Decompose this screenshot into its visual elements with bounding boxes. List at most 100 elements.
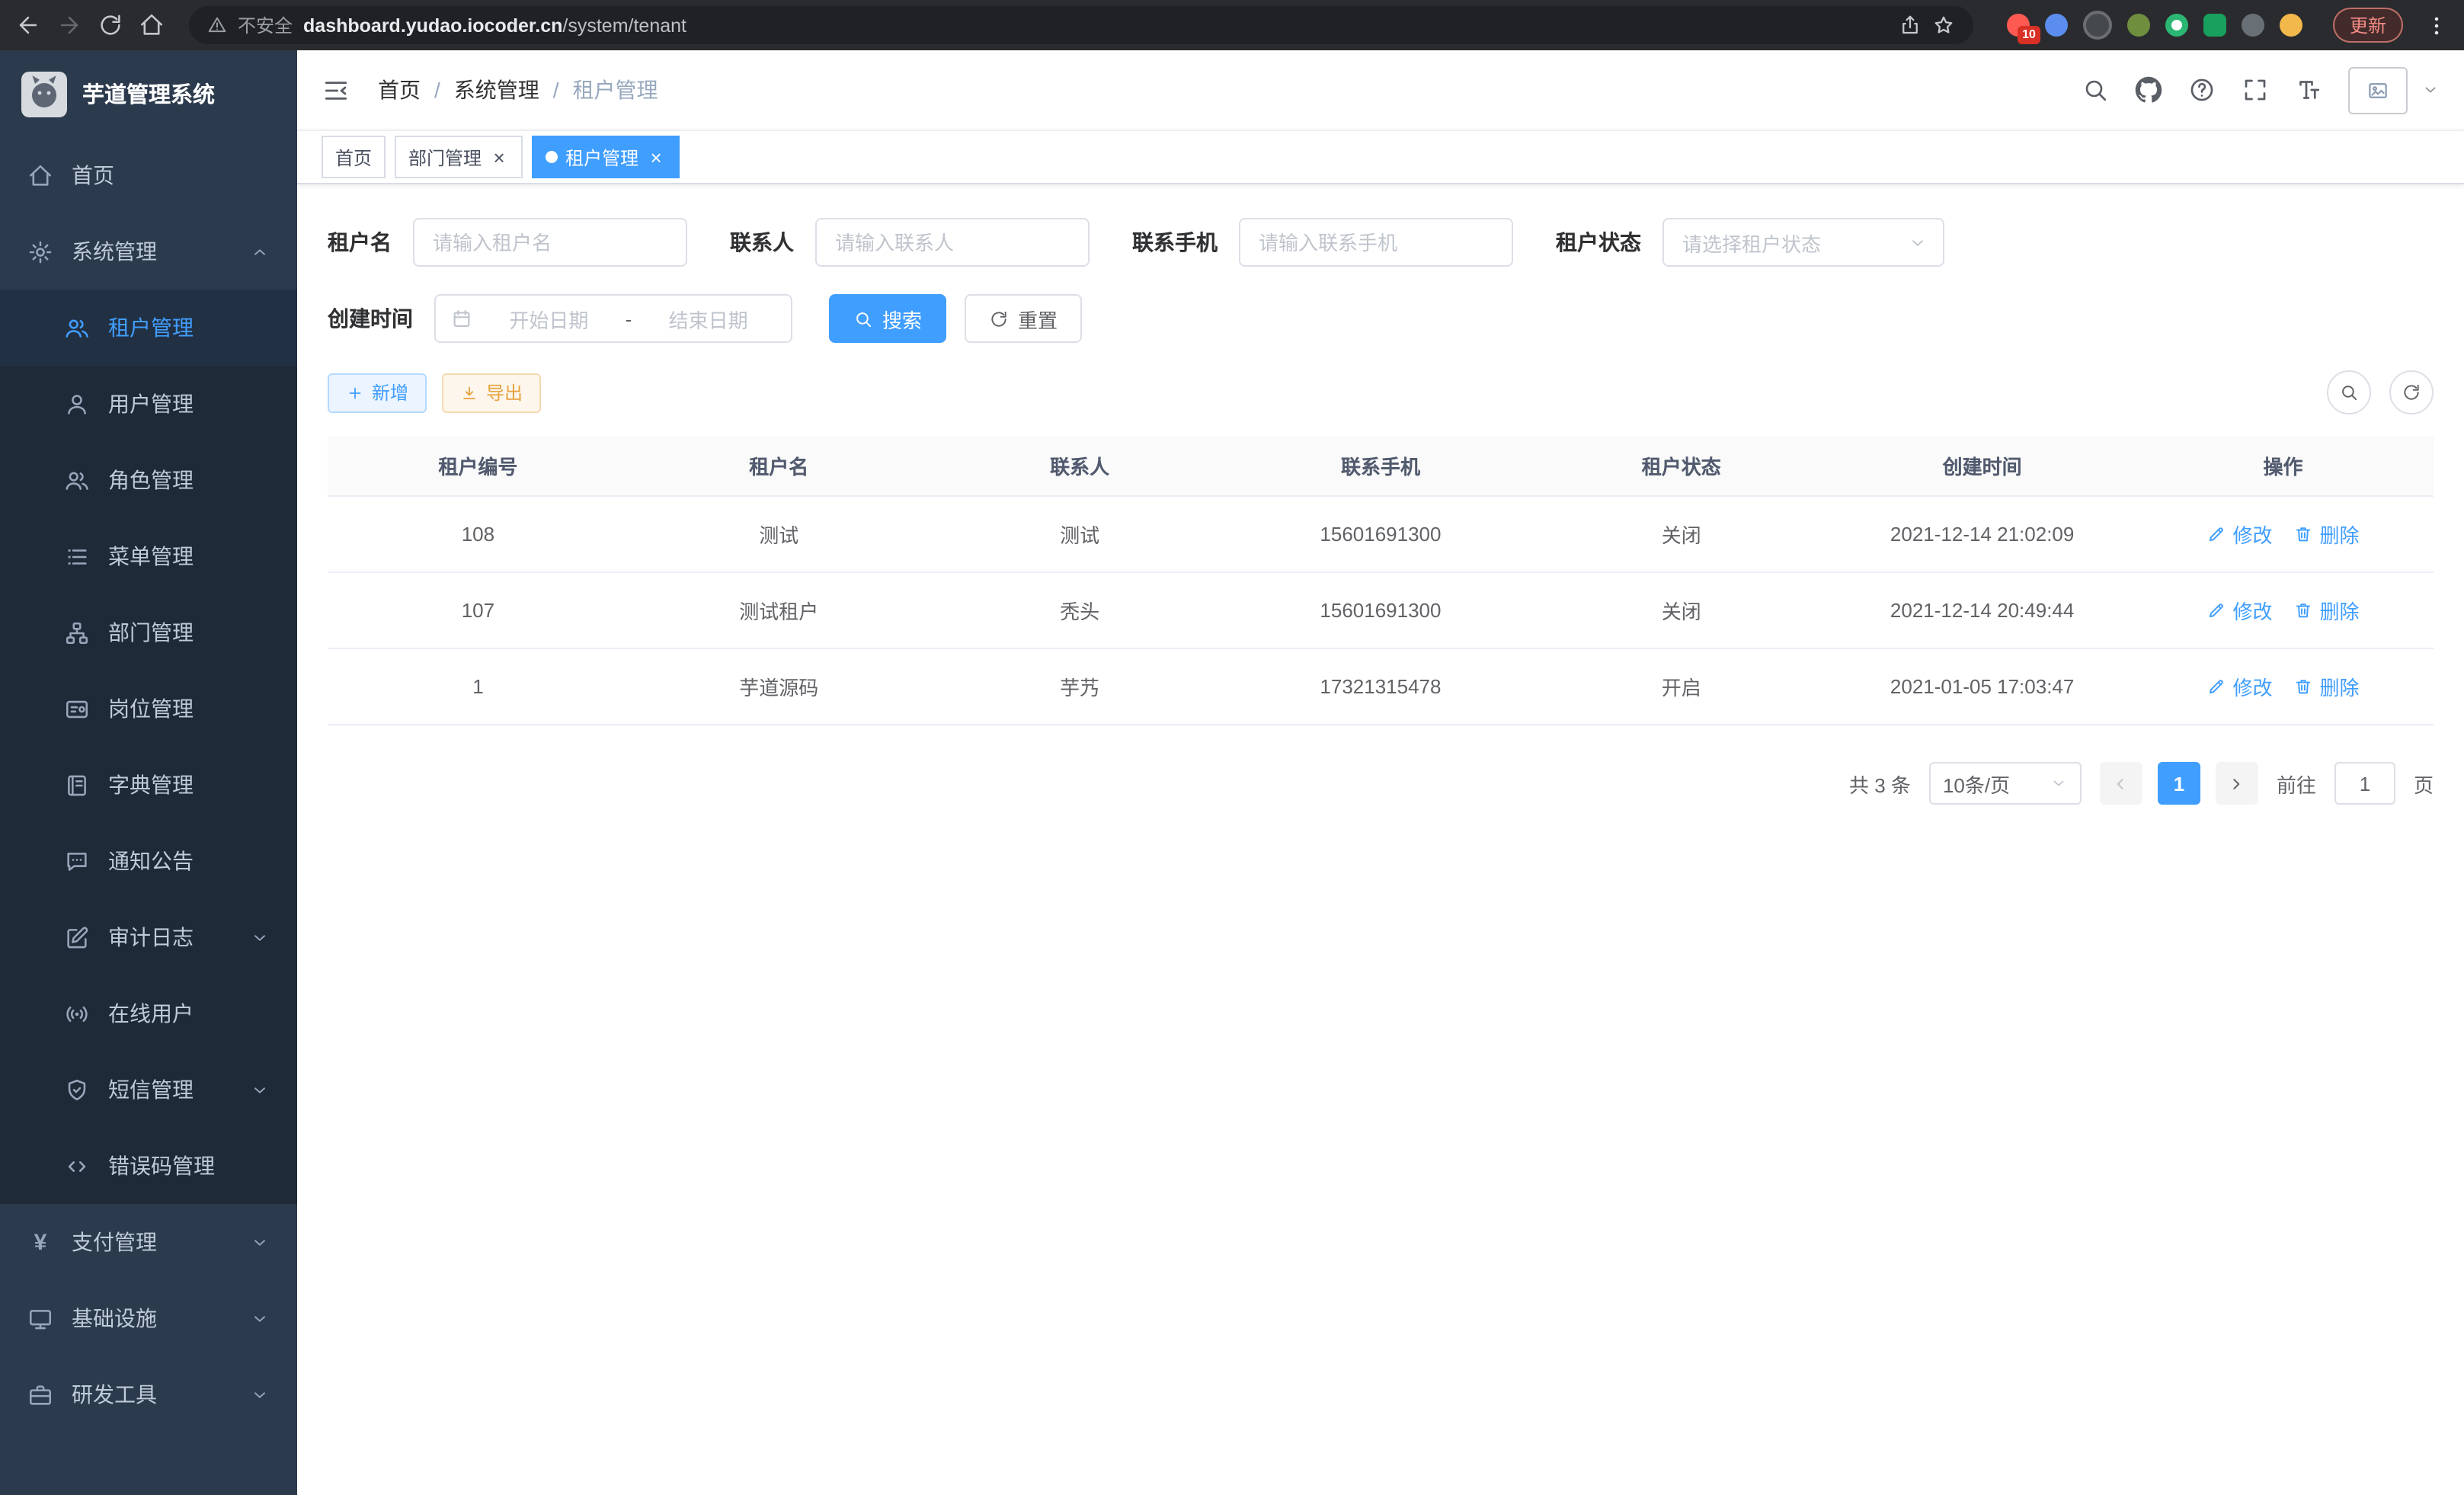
goto-page-input[interactable] — [2334, 762, 2395, 805]
field-label: 联系手机 — [1132, 227, 1218, 258]
tab-label: 租户管理 — [565, 144, 638, 170]
sidebar-item-online-user[interactable]: 在线用户 — [0, 975, 297, 1052]
tenant-users-icon — [64, 315, 90, 341]
delete-link[interactable]: 删除 — [2294, 596, 2360, 625]
toggle-search-button[interactable] — [2327, 370, 2371, 415]
export-button[interactable]: 导出 — [442, 373, 541, 412]
sidebar-item-audit-log[interactable]: 审计日志 — [0, 899, 297, 975]
sidebar-item-notice[interactable]: 通知公告 — [0, 823, 297, 899]
github-icon[interactable] — [2135, 76, 2162, 104]
contact-input[interactable] — [815, 218, 1090, 267]
page-size-select[interactable]: 10条/页 — [1929, 762, 2082, 805]
edit-label: 修改 — [2233, 596, 2273, 625]
sidebar-item-role[interactable]: 角色管理 — [0, 442, 297, 518]
share-icon[interactable] — [1899, 14, 1922, 37]
avatar[interactable] — [2348, 66, 2408, 114]
sidebar-item-menu[interactable]: 菜单管理 — [0, 518, 297, 594]
sidebar-item-dict[interactable]: 字典管理 — [0, 747, 297, 823]
add-button[interactable]: 新增 — [328, 373, 427, 412]
close-icon[interactable]: × — [646, 147, 666, 167]
search-icon — [2339, 383, 2359, 402]
fullscreen-icon[interactable] — [2242, 76, 2269, 104]
edit-link[interactable]: 修改 — [2207, 520, 2273, 549]
cell-name: 测试 — [629, 496, 930, 572]
add-button-label: 新增 — [372, 379, 408, 405]
sidebar-item-devtools[interactable]: 研发工具 — [0, 1356, 297, 1433]
col-tenant-name: 租户名 — [629, 436, 930, 496]
close-icon[interactable]: × — [489, 147, 509, 167]
extension-icon[interactable] — [2083, 11, 2112, 40]
delete-link[interactable]: 删除 — [2294, 672, 2360, 701]
security-label[interactable]: 不安全 — [238, 12, 293, 38]
edit-link[interactable]: 修改 — [2207, 672, 2273, 701]
browser-home-icon[interactable] — [139, 12, 165, 38]
edit-link[interactable]: 修改 — [2207, 596, 2273, 625]
chevron-down-icon — [250, 1308, 270, 1328]
breadcrumb-separator: / — [434, 78, 440, 102]
plus-icon — [346, 383, 364, 402]
puzzle-extension-icon[interactable] — [2242, 14, 2264, 37]
sidebar-item-label: 首页 — [72, 160, 114, 190]
reset-button[interactable]: 重置 — [965, 294, 1082, 343]
sidebar-item-sms[interactable]: 短信管理 — [0, 1052, 297, 1128]
dict-book-icon — [64, 772, 90, 798]
create-time-range-picker[interactable]: 开始日期 - 结束日期 — [434, 294, 792, 343]
contact-phone-input[interactable] — [1239, 218, 1513, 267]
app-logo[interactable]: 芋道管理系统 — [0, 50, 297, 137]
extension-icon[interactable]: 10 — [2007, 14, 2030, 37]
tenant-name-input[interactable] — [413, 218, 687, 267]
prev-page-button[interactable] — [2100, 762, 2142, 805]
browser-toolbar: 不安全 dashboard.yudao.iocoder.cn/system/te… — [0, 0, 2464, 50]
cell-created: 2021-12-14 21:02:09 — [1832, 496, 2133, 572]
filter-row-2: 创建时间 开始日期 - 结束日期 搜索 重置 — [328, 294, 2434, 343]
search-button[interactable]: 搜索 — [829, 294, 946, 343]
delete-link[interactable]: 删除 — [2294, 520, 2360, 549]
help-icon[interactable] — [2188, 76, 2216, 104]
breadcrumb-system[interactable]: 系统管理 — [454, 75, 539, 105]
collapse-sidebar-icon[interactable] — [322, 75, 350, 104]
url-text[interactable]: dashboard.yudao.iocoder.cn/system/tenant — [303, 14, 1888, 36]
browser-forward-icon[interactable] — [56, 12, 82, 38]
tab-tenant[interactable]: 租户管理 × — [532, 136, 680, 178]
col-created: 创建时间 — [1832, 436, 2133, 496]
current-page-button[interactable]: 1 — [2158, 762, 2200, 805]
navbar-actions — [2082, 66, 2440, 114]
sidebar-item-post[interactable]: 岗位管理 — [0, 671, 297, 747]
profile-avatar-icon[interactable] — [2280, 14, 2302, 37]
browser-menu-icon[interactable] — [2424, 13, 2449, 37]
sidebar-item-infra[interactable]: 基础设施 — [0, 1280, 297, 1356]
screen: 不安全 dashboard.yudao.iocoder.cn/system/te… — [0, 0, 2464, 1495]
tab-dept[interactable]: 部门管理 × — [395, 136, 523, 178]
cell-id: 108 — [328, 496, 629, 572]
font-size-icon[interactable] — [2295, 76, 2322, 104]
breadcrumb-home[interactable]: 首页 — [378, 75, 421, 105]
refresh-table-button[interactable] — [2389, 370, 2434, 415]
bookmark-star-icon[interactable] — [1932, 14, 1955, 37]
extension-icon[interactable] — [2045, 14, 2068, 37]
sidebar-item-pay[interactable]: ¥ 支付管理 — [0, 1204, 297, 1280]
sidebar-item-dept[interactable]: 部门管理 — [0, 594, 297, 671]
not-secure-warning-icon[interactable] — [207, 15, 227, 35]
tenant-status-select[interactable]: 请选择租户状态 — [1662, 218, 1944, 267]
avatar-caret-down-icon[interactable] — [2421, 81, 2440, 99]
extension-icon[interactable] — [2165, 14, 2188, 37]
tags-view-bar: 首页 部门管理 × 租户管理 × — [297, 130, 2464, 184]
sidebar-item-home[interactable]: 首页 — [0, 137, 297, 213]
sidebar-item-system[interactable]: 系统管理 — [0, 213, 297, 290]
sidebar-item-user[interactable]: 用户管理 — [0, 366, 297, 442]
extension-icon[interactable] — [2203, 14, 2226, 37]
sidebar-item-error-code[interactable]: 错误码管理 — [0, 1128, 297, 1204]
browser-back-icon[interactable] — [15, 12, 41, 38]
sidebar-item-tenant[interactable]: 租户管理 — [0, 290, 297, 366]
select-placeholder: 请选择租户状态 — [1682, 228, 1821, 257]
search-icon[interactable] — [2082, 76, 2109, 104]
edit-pencil-icon — [2207, 524, 2227, 544]
cell-name: 测试租户 — [629, 572, 930, 648]
extension-icon[interactable] — [2127, 14, 2150, 37]
url-domain: dashboard.yudao.iocoder.cn — [303, 14, 562, 36]
tab-home[interactable]: 首页 — [322, 136, 386, 178]
browser-reload-icon[interactable] — [98, 12, 123, 38]
next-page-button[interactable] — [2216, 762, 2258, 805]
chrome-update-button[interactable]: 更新 — [2333, 8, 2403, 43]
address-bar[interactable]: 不安全 dashboard.yudao.iocoder.cn/system/te… — [189, 6, 1973, 44]
